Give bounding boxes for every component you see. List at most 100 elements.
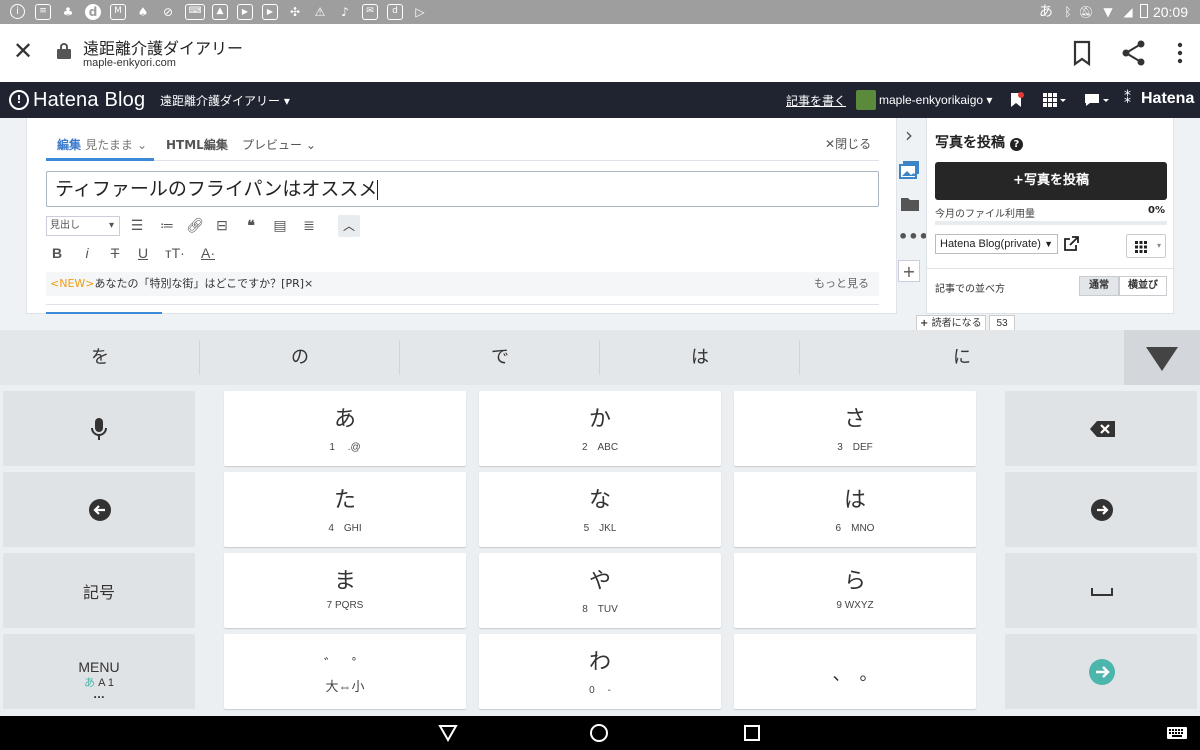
page-domain[interactable]: maple-enkyori.com	[83, 57, 176, 69]
kana-key-ta[interactable]: た 4 GHI	[224, 472, 466, 547]
candidate-word[interactable]: は	[600, 330, 800, 385]
kana-key-na[interactable]: な 5 JKL	[479, 472, 721, 547]
space-key[interactable]	[1005, 553, 1197, 628]
photo-icon[interactable]	[899, 160, 921, 180]
keyboard-switch-icon[interactable]	[1166, 726, 1188, 740]
sort-normal-button[interactable]: 通常	[1079, 276, 1119, 296]
quote-icon[interactable]: ❝	[242, 216, 260, 234]
bullet-list-icon[interactable]: ☰	[128, 216, 146, 234]
cursor-right-key[interactable]	[1005, 472, 1197, 547]
candidate-word[interactable]: の	[200, 330, 400, 385]
candidate-word[interactable]: を	[0, 330, 200, 385]
kana-key-ka[interactable]: か 2 ABC	[479, 391, 721, 466]
heading-select[interactable]: 見出し ▾	[46, 216, 120, 236]
italic-icon[interactable]: i	[78, 244, 96, 262]
tab-edit[interactable]: 編集 見たまま ⌄	[57, 136, 147, 153]
tab-preview[interactable]: プレビュー ⌄	[242, 136, 316, 153]
bookmark-notification-icon[interactable]	[1008, 92, 1024, 108]
kana-key-wa[interactable]: わ 0 -	[479, 634, 721, 709]
underline-icon[interactable]: U	[134, 244, 152, 262]
home-icon[interactable]	[589, 723, 609, 743]
table-icon[interactable]: ▤	[271, 216, 289, 234]
kana-key-a[interactable]: あ 1 .@	[224, 391, 466, 466]
menu-key-modes: あ A 1	[3, 674, 195, 690]
cursor-left-key[interactable]	[3, 472, 195, 547]
kana-key-sa[interactable]: さ 3 DEF	[734, 391, 976, 466]
collapse-candidates-button[interactable]	[1124, 330, 1200, 385]
close-editor-label: 閉じる	[835, 137, 872, 151]
browser-toolbar: ✕ 遠距離介護ダイアリー maple-enkyori.com	[0, 24, 1200, 82]
bookmark-icon[interactable]	[1067, 38, 1097, 68]
candidate-bar: を の で は に	[0, 330, 1200, 385]
font-size-icon[interactable]: тT·	[163, 244, 187, 262]
horizontal-rule-icon[interactable]: ⊟	[213, 216, 231, 234]
candidate-word[interactable]: で	[400, 330, 600, 385]
bold-icon[interactable]: B	[48, 244, 66, 262]
strikethrough-icon[interactable]: T	[106, 244, 124, 262]
chevron-right-icon[interactable]: ›	[898, 124, 920, 146]
title-input[interactable]: ティファールのフライパンはオススメ	[46, 171, 879, 207]
recents-icon[interactable]	[743, 724, 761, 742]
d-app-icon: d	[85, 4, 101, 20]
divider	[927, 268, 1175, 269]
sort-side-by-side-button[interactable]: 横並び	[1119, 276, 1167, 296]
ime-indicator: あ	[1039, 4, 1053, 20]
back-icon[interactable]	[438, 724, 458, 742]
key-kana: ゛ ゜	[324, 657, 366, 673]
close-icon[interactable]: ✕	[10, 38, 36, 64]
backspace-icon	[1090, 421, 1115, 437]
collapse-toolbar-button[interactable]: ︿	[338, 215, 360, 237]
add-icon[interactable]: +	[898, 260, 920, 282]
soft-keyboard: を の で は に あ 1 .@ か 2 ABC さ 3 DEF た 4 GHI な 5 …	[0, 330, 1200, 716]
candidate-word[interactable]: に	[800, 330, 1124, 385]
menu-key[interactable]: MENU あ A 1 ...	[3, 634, 195, 709]
hatena-blog-logo[interactable]: Hatena Blog	[33, 88, 145, 112]
lock-icon[interactable]	[57, 43, 71, 59]
close-icon[interactable]: ×	[304, 277, 313, 290]
kana-key-ra[interactable]: ら 9 WXYZ	[734, 553, 976, 628]
read-more-icon[interactable]: ≣	[300, 216, 318, 234]
more-vert-icon[interactable]	[1165, 38, 1195, 68]
blog-name-dropdown[interactable]: 遠距離介護ダイアリー ▾	[160, 92, 290, 109]
apps-grid-icon[interactable]	[1043, 92, 1067, 108]
post-photo-button[interactable]: +写真を投稿	[935, 162, 1167, 200]
share-icon[interactable]	[1119, 38, 1149, 68]
divider	[46, 304, 879, 305]
kana-key-ma[interactable]: ま 7 PQRS	[224, 553, 466, 628]
tab-html-edit[interactable]: HTML編集	[166, 136, 228, 153]
text-color-icon[interactable]: A·	[196, 244, 220, 262]
more-horiz-icon[interactable]: •••	[898, 226, 929, 248]
hatena-logo-icon[interactable]: !	[9, 90, 29, 110]
tab-preview-label: プレビュー	[242, 138, 303, 152]
folder-icon[interactable]	[900, 196, 920, 212]
voice-input-key[interactable]	[3, 391, 195, 466]
album-select[interactable]: Hatena Blog(private) ▼	[935, 234, 1058, 254]
hatena-brand-link[interactable]: Hatena	[1141, 90, 1194, 108]
key-kana: は	[843, 488, 866, 513]
page-title[interactable]: 遠距離介護ダイアリー	[83, 35, 243, 59]
kana-key-ya[interactable]: や 8 TUV	[479, 553, 721, 628]
promo-more-link[interactable]: もっと見る	[814, 272, 869, 296]
album-select-value: Hatena Blog(private)	[940, 238, 1041, 250]
symbol-key[interactable]: 記号	[3, 553, 195, 628]
kana-key-ha[interactable]: は 6 MNO	[734, 472, 976, 547]
comment-icon[interactable]	[1084, 92, 1110, 108]
enter-key[interactable]	[1005, 634, 1197, 709]
write-article-link[interactable]: 記事を書く	[786, 92, 846, 109]
dakuten-key[interactable]: ゛ ゜大⇔小	[224, 634, 466, 709]
sort-label: 記事での並べ方	[935, 284, 1005, 295]
user-menu[interactable]: maple-enkyorikaigo ▾	[879, 93, 992, 107]
tab-edit-mode: 見たまま	[85, 138, 133, 152]
help-icon[interactable]: ?	[1009, 138, 1023, 151]
punctuation-key[interactable]: 、 。	[734, 634, 976, 709]
plus-icon: +	[920, 318, 929, 329]
key-sub: 1 .@	[329, 442, 361, 453]
numbered-list-icon[interactable]: ≔	[158, 216, 176, 234]
promo-banner[interactable]: <NEW>あなたの「特別な街」はどこですか？[PR]× もっと見る	[46, 272, 879, 296]
close-editor-button[interactable]: ✕閉じる	[825, 135, 871, 152]
avatar[interactable]	[856, 90, 876, 110]
link-icon[interactable]: 🔗︎	[186, 216, 204, 234]
grid-view-button[interactable]: ▾	[1126, 234, 1166, 258]
backspace-key[interactable]	[1005, 391, 1197, 466]
external-link-icon[interactable]	[1063, 236, 1079, 252]
